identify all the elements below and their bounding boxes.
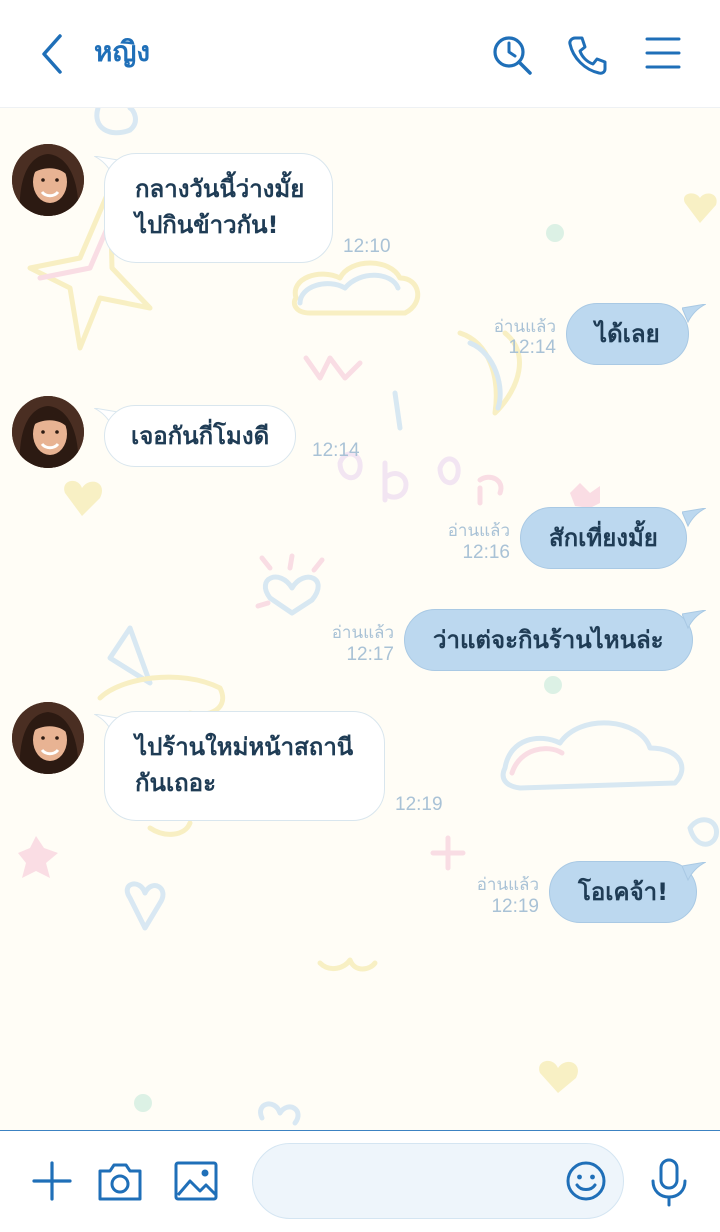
menu-icon — [645, 37, 681, 69]
message-time: 12:17 — [346, 644, 394, 665]
message-text-line: กันเถอะ — [135, 769, 216, 797]
search-history-icon — [493, 36, 532, 75]
message-bubble-incoming[interactable]: กลางวันนี้ว่างมั้ย ไปกินข้าวกัน! — [104, 153, 333, 263]
add-button[interactable] — [28, 1157, 76, 1205]
bubble-tail — [682, 862, 706, 882]
message-time: 12:19 — [395, 794, 443, 815]
avatar-photo-icon — [12, 702, 84, 774]
emoji-button[interactable] — [564, 1159, 608, 1203]
message-text-line: ไปกินข้าวกัน! — [135, 211, 279, 239]
message-text-line: กลางวันนี้ว่างมั้ย — [135, 175, 305, 203]
search-button[interactable] — [490, 30, 534, 78]
bubble-tail — [682, 508, 706, 528]
camera-button[interactable] — [96, 1157, 144, 1205]
message-text: สักเที่ยงมั้ย — [549, 524, 658, 552]
read-receipt: อ่านแล้ว — [493, 317, 556, 337]
chat-title: หญิง — [94, 35, 150, 68]
menu-button[interactable] — [643, 30, 687, 78]
read-receipt: อ่านแล้ว — [331, 623, 394, 643]
plus-icon — [32, 1161, 72, 1201]
message-text: ว่าแต่จะกินร้านไหนล่ะ — [433, 626, 664, 654]
message-bubble-outgoing[interactable]: สักเที่ยงมั้ย — [520, 507, 687, 569]
message-bubble-incoming[interactable]: ไปร้านใหม่หน้าสถานี กันเถอะ — [104, 711, 385, 821]
chevron-left-icon — [42, 34, 62, 74]
chat-header: หญิง — [0, 0, 720, 108]
message-time: 12:14 — [312, 440, 360, 461]
message-bubble-outgoing[interactable]: ว่าแต่จะกินร้านไหนล่ะ — [404, 609, 693, 671]
image-icon — [174, 1161, 218, 1201]
emoji-icon — [566, 1161, 606, 1201]
message-time: 12:10 — [343, 236, 391, 257]
avatar-photo-icon — [12, 144, 84, 216]
message-time: 12:14 — [508, 337, 556, 358]
message-text: เจอกันกี่โมงดี — [131, 422, 270, 450]
avatar[interactable] — [12, 144, 84, 216]
call-button[interactable] — [565, 30, 609, 78]
bubble-tail — [682, 610, 706, 630]
message-time: 12:19 — [491, 896, 539, 917]
voice-button[interactable] — [648, 1157, 690, 1207]
camera-icon — [98, 1163, 142, 1201]
back-button[interactable] — [36, 32, 72, 76]
avatar[interactable] — [12, 702, 84, 774]
message-bubble-outgoing[interactable]: ได้เลย — [566, 303, 689, 365]
microphone-icon — [651, 1158, 687, 1207]
chat-area[interactable]: กลางวันนี้ว่างมั้ย ไปกินข้าวกัน! 12:10 อ… — [0, 108, 720, 1130]
bubble-tail — [682, 304, 706, 324]
read-receipt: อ่านแล้ว — [447, 521, 510, 541]
phone-icon — [568, 36, 607, 75]
message-time: 12:16 — [462, 542, 510, 563]
read-receipt: อ่านแล้ว — [476, 875, 539, 895]
message-text-line: ไปร้านใหม่หน้าสถานี — [135, 733, 354, 761]
message-composer — [0, 1130, 720, 1232]
image-button[interactable] — [172, 1157, 220, 1205]
message-bubble-outgoing[interactable]: โอเคจ้า! — [549, 861, 698, 923]
message-text: ได้เลย — [595, 320, 660, 348]
message-text: โอเคจ้า! — [578, 878, 669, 906]
avatar-photo-icon — [12, 396, 84, 468]
message-bubble-incoming[interactable]: เจอกันกี่โมงดี — [104, 405, 297, 467]
avatar[interactable] — [12, 396, 84, 468]
